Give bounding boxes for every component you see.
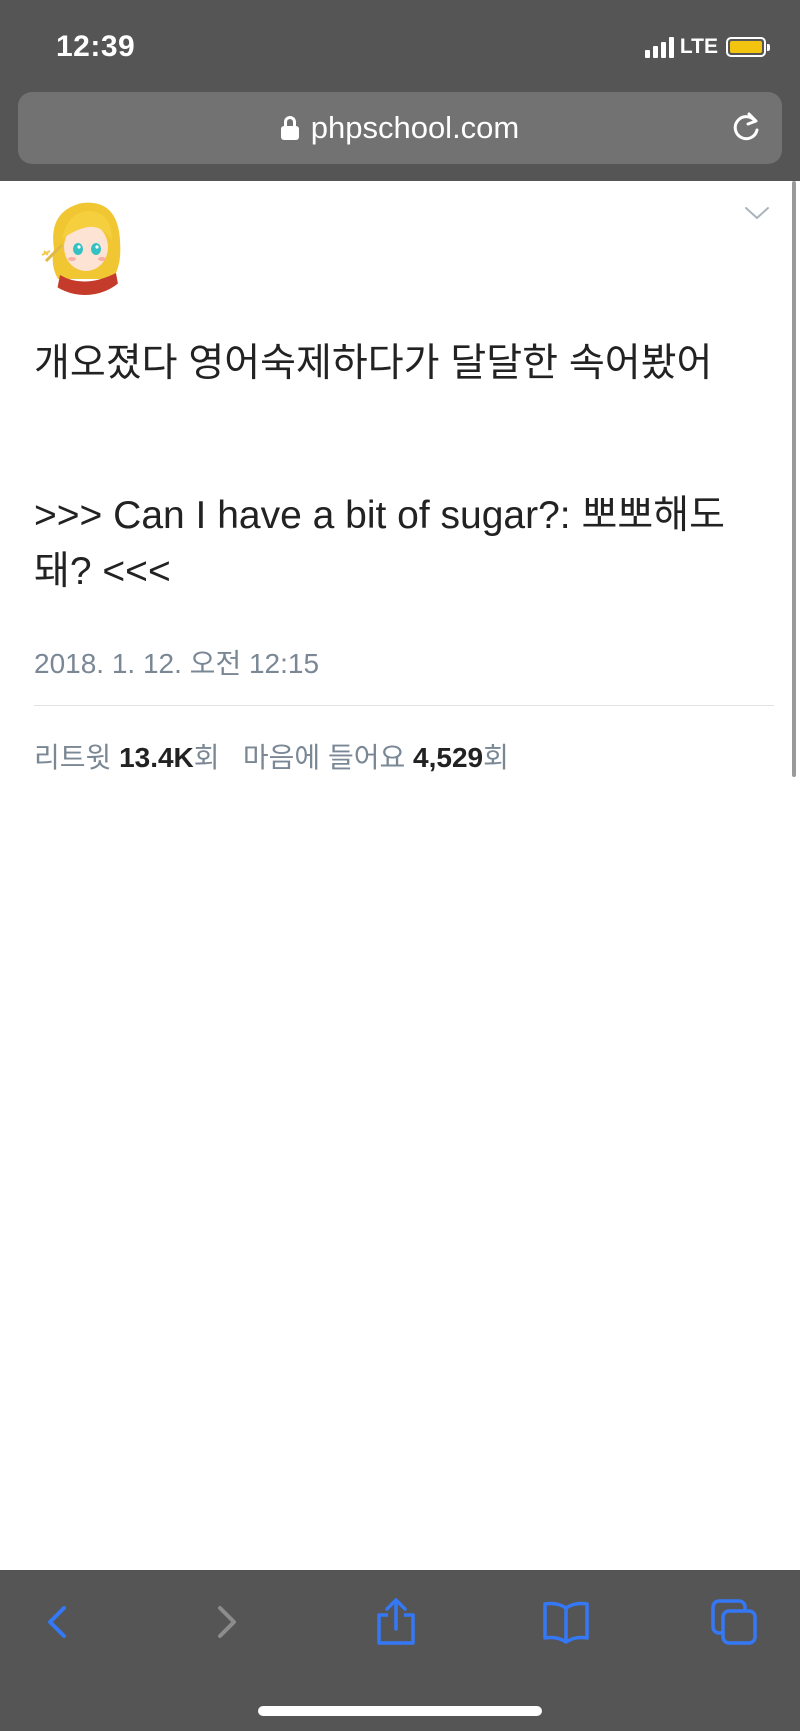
battery-icon xyxy=(726,37,770,57)
address-bar[interactable]: phpschool.com xyxy=(18,92,782,164)
divider xyxy=(34,705,774,706)
chevron-down-icon[interactable] xyxy=(744,205,770,221)
forward-chevron-icon xyxy=(218,1606,236,1638)
retweet-suffix: 회 xyxy=(193,742,220,773)
url-text[interactable]: phpschool.com xyxy=(311,110,520,146)
tweet-text-line1: 개오졌다 영어숙제하다가 달달한 속어봤어 xyxy=(34,342,713,385)
retweet-label[interactable]: 리트윗 xyxy=(34,742,111,773)
tabs-button[interactable] xyxy=(702,1590,766,1654)
likes-label[interactable]: 마음에 들어요 xyxy=(243,742,405,773)
back-button[interactable] xyxy=(26,1590,90,1654)
address-bar-content: phpschool.com xyxy=(18,92,782,164)
bookmarks-icon xyxy=(543,1601,589,1644)
reload-icon[interactable] xyxy=(728,110,764,146)
tweet-timestamp[interactable]: 2018. 1. 12. 오전 12:15 xyxy=(34,642,319,682)
home-indicator[interactable] xyxy=(258,1706,542,1716)
forward-button[interactable] xyxy=(194,1590,258,1654)
status-time: 12:39 xyxy=(56,30,136,63)
likes-count[interactable]: 4,529 xyxy=(413,742,483,773)
network-type: LTE xyxy=(679,35,718,58)
tweet-text-line2: >>> Can I have a bit of sugar?: 뽀뽀해도 돼? … xyxy=(34,494,725,593)
status-indicators: LTE xyxy=(644,34,770,60)
share-icon xyxy=(377,1598,415,1645)
tweet-stats: 리트윗 13.4K회 마음에 들어요 4,529회 xyxy=(34,736,509,776)
bookmarks-button[interactable] xyxy=(534,1590,598,1654)
share-button[interactable] xyxy=(364,1590,428,1654)
lock-icon xyxy=(280,116,299,140)
tabs-icon xyxy=(711,1599,757,1645)
scroll-indicator[interactable] xyxy=(792,181,796,777)
back-chevron-icon xyxy=(48,1606,66,1638)
retweet-count[interactable]: 13.4K xyxy=(119,742,194,773)
browser-top-chrome: 12:39 LTE phpschool.com xyxy=(0,0,800,181)
likes-suffix: 회 xyxy=(483,742,509,773)
avatar[interactable] xyxy=(32,189,138,295)
signal-icon xyxy=(644,36,674,58)
